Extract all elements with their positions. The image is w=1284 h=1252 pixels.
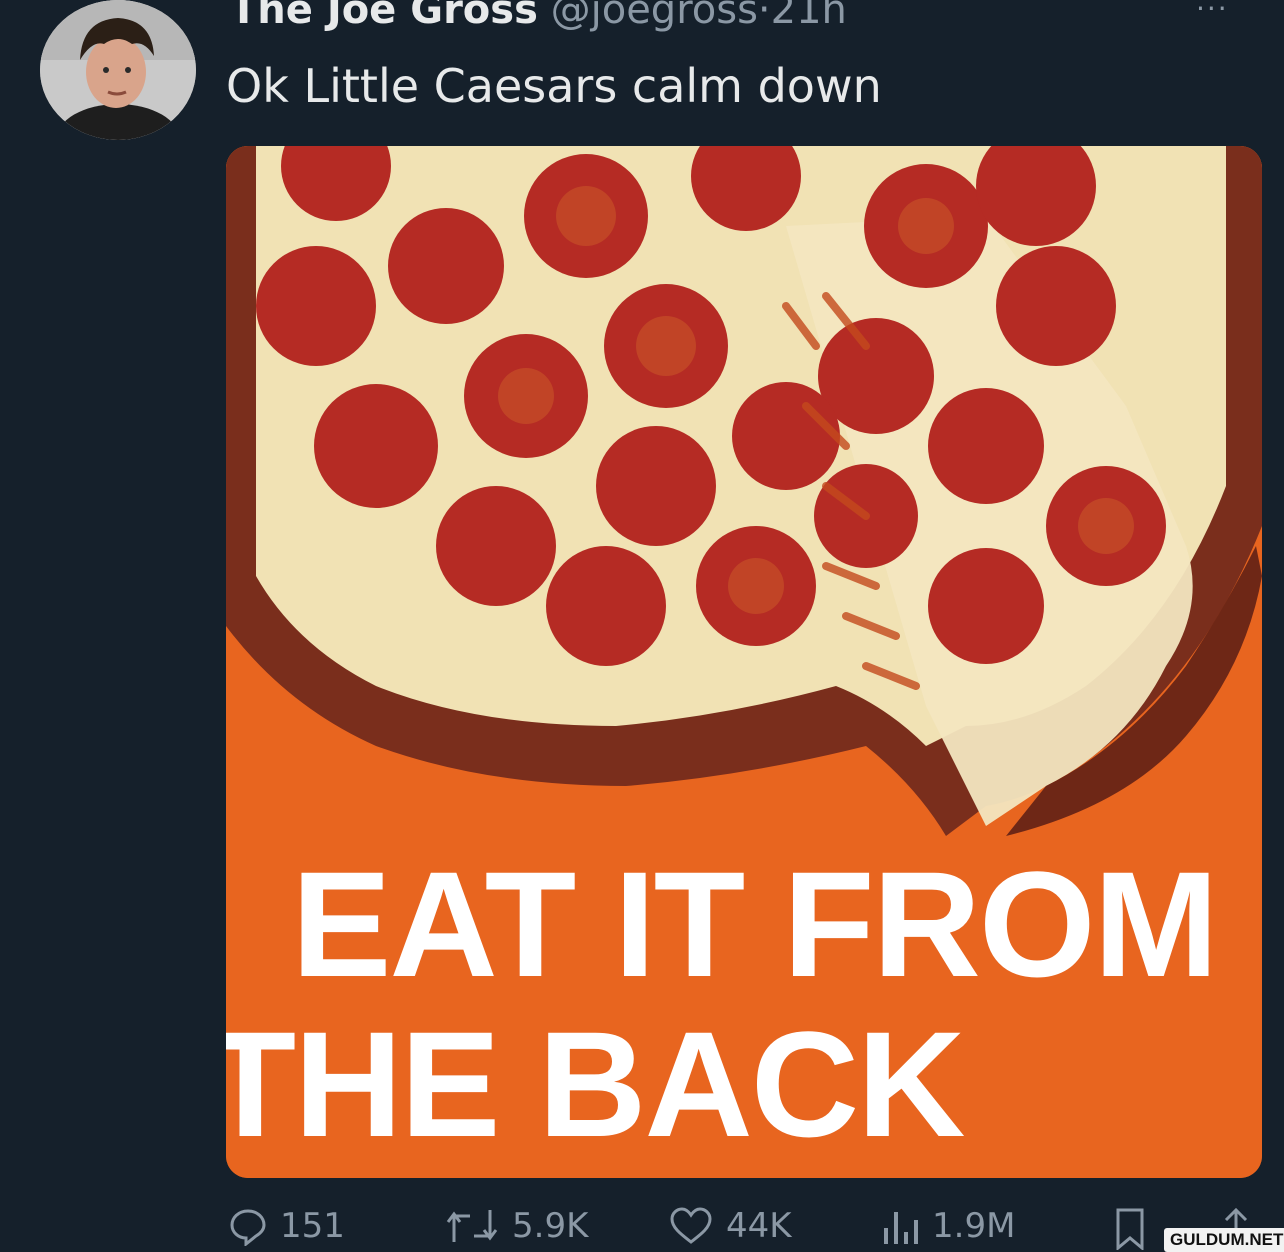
tweet-header: The Joe Gross @joegross·21h bbox=[230, 0, 847, 34]
tweet-actions: 151 5.9K 44K 1.9M bbox=[0, 1206, 1284, 1252]
tweet-text: Ok Little Caesars calm down bbox=[226, 59, 882, 113]
like-icon bbox=[668, 1206, 714, 1246]
like-button[interactable]: 44K bbox=[668, 1206, 792, 1246]
like-count: 44K bbox=[726, 1206, 792, 1246]
retweet-count: 5.9K bbox=[512, 1206, 589, 1246]
views-button[interactable]: 1.9M bbox=[880, 1206, 1015, 1246]
reply-count: 151 bbox=[280, 1206, 345, 1246]
more-options-icon[interactable]: ··· bbox=[1196, 0, 1229, 25]
views-icon bbox=[880, 1206, 920, 1246]
timestamp[interactable]: 21h bbox=[771, 0, 847, 33]
reply-icon bbox=[228, 1206, 268, 1246]
retweet-icon bbox=[444, 1206, 500, 1246]
bookmark-button[interactable] bbox=[1112, 1206, 1148, 1250]
headline-line-2: THE BACK bbox=[226, 1000, 965, 1168]
tweet-media-image[interactable]: EAT IT FROM THE BACK bbox=[226, 146, 1262, 1178]
reply-button[interactable]: 151 bbox=[228, 1206, 345, 1246]
bookmark-icon bbox=[1112, 1206, 1148, 1250]
headline-line-1: EAT IT FROM bbox=[291, 840, 1218, 1008]
retweet-button[interactable]: 5.9K bbox=[444, 1206, 588, 1246]
author-handle[interactable]: @joegross bbox=[551, 0, 758, 33]
separator: · bbox=[757, 0, 771, 33]
avatar[interactable] bbox=[40, 0, 196, 140]
watermark: GULDUM.NET bbox=[1164, 1228, 1284, 1252]
views-count: 1.9M bbox=[932, 1206, 1016, 1246]
author-name[interactable]: The Joe Gross bbox=[230, 0, 538, 33]
tweet: The Joe Gross @joegross·21h ··· Ok Littl… bbox=[0, 0, 1284, 1252]
